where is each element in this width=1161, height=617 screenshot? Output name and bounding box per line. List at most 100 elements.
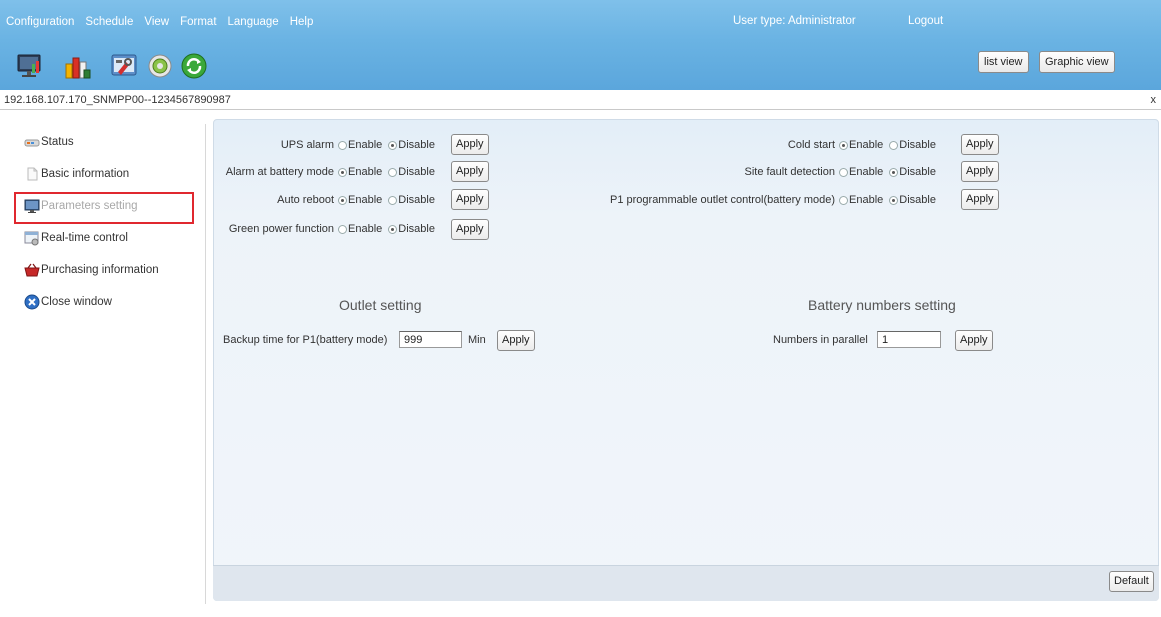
backup-time-row: Backup time for P1(battery mode)	[223, 330, 387, 350]
radio-dot	[889, 167, 899, 177]
apply-button[interactable]: Apply	[961, 161, 999, 182]
setting-label: Site fault detection	[744, 166, 835, 178]
radio-dot	[889, 195, 899, 205]
menu-bar: Configuration Schedule View Format Langu…	[6, 16, 324, 28]
menu-help[interactable]: Help	[290, 16, 314, 28]
monitor-icon[interactable]	[16, 52, 44, 80]
setting-label: P1 programmable outlet control(battery m…	[610, 194, 835, 206]
menu-schedule[interactable]: Schedule	[85, 16, 133, 28]
radio-dot	[338, 195, 347, 205]
menu-configuration[interactable]: Configuration	[6, 16, 74, 28]
sidebar-item-label: Purchasing information	[41, 264, 159, 276]
radio-disable[interactable]: Disable	[885, 139, 936, 151]
setting-row-green-power: Green power function Enable Disable	[214, 219, 437, 239]
apply-button[interactable]: Apply	[451, 189, 489, 210]
backup-time-input[interactable]	[399, 331, 462, 348]
status-icon	[24, 139, 40, 147]
radio-disable[interactable]: Disable	[384, 194, 435, 206]
graphic-view-button[interactable]: Graphic view	[1039, 51, 1115, 73]
refresh-icon[interactable]	[180, 52, 208, 80]
sidebar-item-real-time-control[interactable]: Real-time control	[24, 228, 128, 248]
control-icon	[24, 231, 39, 246]
radio-disable[interactable]: Disable	[384, 139, 435, 151]
radio-dot	[338, 140, 347, 150]
radio-enable[interactable]: Enable	[835, 139, 883, 151]
close-circle-icon	[24, 294, 40, 310]
panel-footer: Default	[213, 565, 1159, 601]
chart-icon[interactable]	[64, 52, 92, 80]
radio-enable[interactable]: Enable	[334, 139, 382, 151]
parallel-row: Numbers in parallel	[773, 330, 868, 350]
settings-icon[interactable]	[146, 52, 174, 80]
setting-row-p1-outlet-control: P1 programmable outlet control(battery m…	[598, 190, 938, 210]
radio-dot	[889, 140, 899, 150]
setting-label: Green power function	[228, 223, 334, 235]
radio-enable[interactable]: Enable	[334, 166, 382, 178]
setting-label: Auto reboot	[277, 194, 334, 206]
menu-view[interactable]: View	[144, 16, 169, 28]
apply-button[interactable]: Apply	[497, 330, 535, 351]
parallel-label: Numbers in parallel	[773, 334, 868, 346]
apply-button[interactable]: Apply	[451, 161, 489, 182]
radio-dot	[388, 140, 398, 150]
radio-dot	[388, 224, 398, 234]
radio-disable[interactable]: Disable	[384, 223, 435, 235]
setting-row-auto-reboot: Auto reboot Enable Disable	[214, 190, 437, 210]
sidebar-item-label: Basic information	[41, 168, 130, 180]
sidebar: Status Basic information Parameters sett…	[10, 124, 206, 604]
apply-button[interactable]: Apply	[955, 330, 993, 351]
radio-disable[interactable]: Disable	[885, 166, 936, 178]
sidebar-item-status[interactable]: Status	[24, 132, 74, 152]
top-bar: Configuration Schedule View Format Langu…	[0, 0, 1161, 90]
basket-icon	[24, 263, 40, 277]
parallel-number-input[interactable]	[877, 331, 941, 348]
sidebar-item-close-window[interactable]: Close window	[24, 292, 112, 312]
setting-label: Cold start	[787, 139, 835, 151]
apply-button[interactable]: Apply	[451, 219, 489, 240]
radio-enable[interactable]: Enable	[835, 166, 883, 178]
apply-button[interactable]: Apply	[961, 189, 999, 210]
unit-min-label: Min	[468, 334, 486, 346]
default-button[interactable]: Default	[1109, 571, 1154, 592]
parameters-panel: UPS alarm Enable Disable Apply Alarm at …	[213, 119, 1159, 601]
setting-row-ups-alarm: UPS alarm Enable Disable	[214, 135, 437, 155]
device-address: 192.168.107.170_SNMPP00--1234567890987	[4, 94, 231, 106]
menu-language[interactable]: Language	[228, 16, 279, 28]
radio-dot	[839, 195, 848, 205]
setting-label: Alarm at battery mode	[225, 166, 334, 178]
close-tab-button[interactable]: x	[1151, 94, 1157, 106]
sidebar-item-label: Close window	[41, 296, 112, 308]
radio-dot	[839, 140, 848, 150]
radio-dot	[388, 167, 398, 177]
sidebar-item-label: Real-time control	[41, 232, 128, 244]
tools-icon[interactable]	[110, 52, 138, 80]
apply-button[interactable]: Apply	[961, 134, 999, 155]
radio-dot	[839, 167, 848, 177]
radio-dot	[388, 195, 398, 205]
apply-button[interactable]: Apply	[451, 134, 489, 155]
setting-row-site-fault-detection: Site fault detection Enable Disable	[598, 162, 938, 182]
setting-row-cold-start: Cold start Enable Disable	[598, 135, 938, 155]
sidebar-item-purchasing-information[interactable]: Purchasing information	[24, 260, 159, 280]
outlet-setting-title: Outlet setting	[339, 297, 422, 313]
list-view-button[interactable]: list view	[978, 51, 1029, 73]
document-icon	[27, 167, 38, 181]
battery-setting-title: Battery numbers setting	[808, 297, 956, 313]
radio-enable[interactable]: Enable	[835, 194, 883, 206]
menu-format[interactable]: Format	[180, 16, 216, 28]
user-type-label: User type: Administrator	[733, 15, 856, 27]
backup-time-label: Backup time for P1(battery mode)	[223, 334, 388, 346]
radio-disable[interactable]: Disable	[885, 194, 936, 206]
radio-enable[interactable]: Enable	[334, 194, 382, 206]
radio-enable[interactable]: Enable	[334, 223, 382, 235]
sidebar-item-label: Status	[41, 136, 74, 148]
selection-highlight	[14, 192, 194, 224]
radio-disable[interactable]: Disable	[384, 166, 435, 178]
setting-row-alarm-battery-mode: Alarm at battery mode Enable Disable	[214, 162, 437, 182]
setting-label: UPS alarm	[280, 139, 334, 151]
sidebar-item-basic-information[interactable]: Basic information	[24, 164, 129, 184]
radio-dot	[338, 224, 347, 234]
radio-dot	[338, 167, 347, 177]
logout-link[interactable]: Logout	[908, 15, 943, 27]
device-address-bar: 192.168.107.170_SNMPP00--1234567890987 x	[0, 90, 1161, 110]
